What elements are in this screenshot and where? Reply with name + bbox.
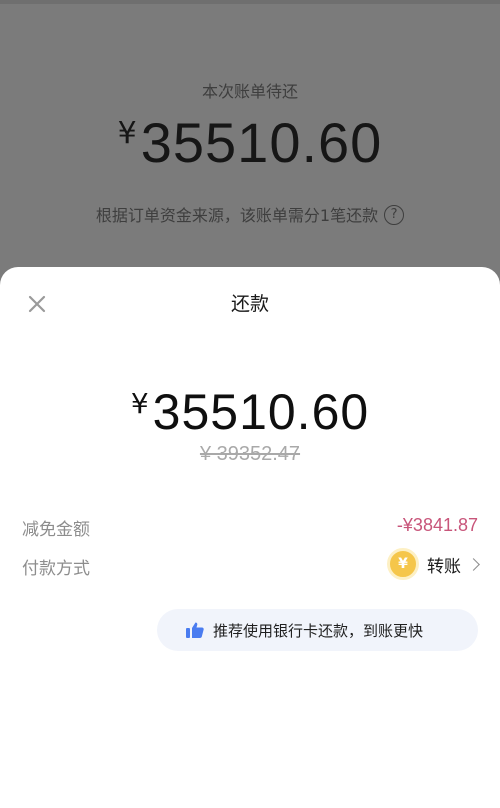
chevron-right-icon	[467, 557, 480, 571]
payment-method-row[interactable]: 付款方式 ¥ 转账	[22, 548, 480, 580]
tip-text: 推荐使用银行卡还款，到账更快	[213, 621, 424, 640]
pay-currency: ¥	[130, 387, 149, 420]
thumbs-up-icon	[186, 622, 204, 638]
payment-method-selector[interactable]: ¥ 转账	[387, 548, 480, 580]
discount-row: 减免金额 -¥3841.87	[22, 511, 478, 541]
coin-icon: ¥	[387, 548, 419, 580]
pay-amount: ¥35510.60	[0, 383, 500, 441]
bill-amount-value: 35510.60	[140, 111, 383, 174]
background-top-divider	[0, 0, 500, 4]
repayment-sheet: 还款 ¥35510.60 ¥ 39352.47 减免金额 -¥3841.87 付…	[0, 267, 500, 808]
sheet-title: 还款	[230, 293, 269, 315]
bill-currency: ¥	[117, 116, 137, 151]
original-amount: ¥ 39352.47	[199, 443, 301, 465]
bill-label: 本次账单待还	[201, 82, 298, 101]
pay-amount-value: 35510.60	[152, 384, 370, 440]
payment-method-label: 付款方式	[22, 559, 90, 579]
discount-value: -¥3841.87	[396, 515, 478, 535]
bill-note: 根据订单资金来源，该账单需分1笔还款?	[0, 202, 500, 227]
bank-card-tip[interactable]: 推荐使用银行卡还款，到账更快	[157, 609, 478, 651]
bill-note-text: 根据订单资金来源，该账单需分1笔还款	[95, 206, 379, 225]
question-circle-icon[interactable]: ?	[384, 204, 405, 225]
payment-method-value: 转账	[427, 556, 461, 577]
bill-amount: ¥35510.60	[0, 110, 500, 175]
discount-label: 减免金额	[22, 520, 90, 540]
